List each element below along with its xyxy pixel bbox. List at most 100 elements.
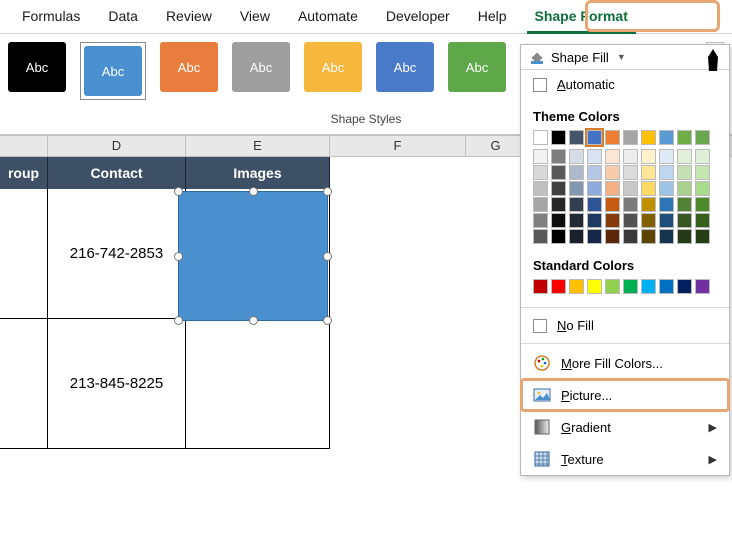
style-swatch-6[interactable]: Abc [376, 42, 434, 92]
theme-tint-swatch[interactable] [623, 197, 638, 212]
tab-shape-format[interactable]: Shape Format [521, 2, 642, 33]
theme-color-swatch[interactable] [605, 130, 620, 145]
resize-handle-w[interactable] [174, 252, 183, 261]
theme-tint-swatch[interactable] [623, 229, 638, 244]
style-swatch-4[interactable]: Abc [232, 42, 290, 92]
theme-tint-swatch[interactable] [641, 181, 656, 196]
fill-more-colors[interactable]: More Fill Colors... [521, 347, 729, 379]
theme-tint-swatch[interactable] [533, 197, 548, 212]
theme-tint-swatch[interactable] [659, 149, 674, 164]
theme-tint-swatch[interactable] [533, 165, 548, 180]
theme-tint-swatch[interactable] [659, 229, 674, 244]
theme-tint-swatch[interactable] [659, 197, 674, 212]
resize-handle-sw[interactable] [174, 316, 183, 325]
cell-contact-2[interactable]: 213-845-8225 [48, 319, 186, 449]
theme-tint-swatch[interactable] [623, 181, 638, 196]
theme-tint-swatch[interactable] [605, 149, 620, 164]
theme-tint-swatch[interactable] [587, 213, 602, 228]
theme-tint-swatch[interactable] [551, 149, 566, 164]
theme-tint-swatch[interactable] [569, 181, 584, 196]
col-header-d[interactable]: D [48, 136, 186, 156]
theme-tint-swatch[interactable] [695, 181, 710, 196]
theme-tint-swatch[interactable] [695, 213, 710, 228]
theme-tint-swatch[interactable] [551, 229, 566, 244]
theme-tint-swatch[interactable] [551, 213, 566, 228]
standard-color-swatch[interactable] [659, 279, 674, 294]
theme-tint-swatch[interactable] [695, 165, 710, 180]
theme-tint-swatch[interactable] [569, 149, 584, 164]
theme-tint-swatch[interactable] [569, 229, 584, 244]
theme-tint-swatch[interactable] [641, 165, 656, 180]
theme-tint-swatch[interactable] [659, 181, 674, 196]
col-header-f[interactable]: F [330, 136, 466, 156]
theme-tint-swatch[interactable] [623, 149, 638, 164]
standard-color-swatch[interactable] [533, 279, 548, 294]
theme-color-swatch[interactable] [551, 130, 566, 145]
theme-tint-swatch[interactable] [677, 149, 692, 164]
theme-tint-swatch[interactable] [677, 197, 692, 212]
resize-handle-e[interactable] [323, 252, 332, 261]
theme-color-swatch[interactable] [569, 130, 584, 145]
style-swatch-7[interactable]: Abc [448, 42, 506, 92]
theme-color-swatch[interactable] [641, 130, 656, 145]
tab-review[interactable]: Review [152, 2, 226, 33]
theme-tint-swatch[interactable] [587, 229, 602, 244]
resize-handle-se[interactable] [323, 316, 332, 325]
theme-tint-swatch[interactable] [533, 229, 548, 244]
theme-color-swatch[interactable] [659, 130, 674, 145]
fill-gradient[interactable]: Gradient ▶ [521, 411, 729, 443]
theme-tint-swatch[interactable] [623, 213, 638, 228]
selected-shape[interactable] [178, 191, 328, 321]
theme-tint-swatch[interactable] [695, 149, 710, 164]
theme-tint-swatch[interactable] [641, 149, 656, 164]
theme-tint-swatch[interactable] [659, 165, 674, 180]
fill-no-fill[interactable]: No Fill [521, 311, 729, 340]
fill-automatic[interactable]: Automatic [521, 70, 729, 99]
col-header-c[interactable] [0, 136, 48, 156]
cell-images-2[interactable] [186, 319, 330, 449]
theme-tint-swatch[interactable] [659, 213, 674, 228]
standard-color-swatch[interactable] [695, 279, 710, 294]
resize-handle-n[interactable] [249, 187, 258, 196]
tab-help[interactable]: Help [464, 2, 521, 33]
cell-group-2[interactable] [0, 319, 48, 449]
theme-tint-swatch[interactable] [605, 165, 620, 180]
tab-data[interactable]: Data [94, 2, 152, 33]
resize-handle-nw[interactable] [174, 187, 183, 196]
standard-color-swatch[interactable] [587, 279, 602, 294]
standard-color-swatch[interactable] [641, 279, 656, 294]
theme-tint-swatch[interactable] [641, 197, 656, 212]
theme-tint-swatch[interactable] [605, 181, 620, 196]
standard-color-swatch[interactable] [677, 279, 692, 294]
theme-color-swatch[interactable] [677, 130, 692, 145]
theme-tint-swatch[interactable] [695, 197, 710, 212]
theme-tint-swatch[interactable] [695, 229, 710, 244]
resize-handle-ne[interactable] [323, 187, 332, 196]
theme-tint-swatch[interactable] [623, 165, 638, 180]
theme-tint-swatch[interactable] [677, 213, 692, 228]
standard-color-swatch[interactable] [551, 279, 566, 294]
theme-tint-swatch[interactable] [551, 181, 566, 196]
theme-tint-swatch[interactable] [677, 165, 692, 180]
theme-color-swatch[interactable] [695, 130, 710, 145]
theme-tint-swatch[interactable] [569, 165, 584, 180]
theme-tint-swatch[interactable] [569, 197, 584, 212]
theme-tint-swatch[interactable] [641, 229, 656, 244]
col-header-g[interactable]: G [466, 136, 526, 156]
theme-tint-swatch[interactable] [551, 197, 566, 212]
style-swatch-2[interactable]: Abc [84, 46, 142, 96]
theme-color-swatch[interactable] [533, 130, 548, 145]
fill-picture[interactable]: Picture... [521, 379, 729, 411]
theme-tint-swatch[interactable] [533, 149, 548, 164]
tab-automate[interactable]: Automate [284, 2, 372, 33]
theme-tint-swatch[interactable] [605, 213, 620, 228]
style-swatch-1[interactable]: Abc [8, 42, 66, 92]
theme-tint-swatch[interactable] [551, 165, 566, 180]
theme-tint-swatch[interactable] [587, 181, 602, 196]
theme-tint-swatch[interactable] [533, 213, 548, 228]
fill-texture[interactable]: Texture ▶ [521, 443, 729, 475]
tab-view[interactable]: View [226, 2, 284, 33]
theme-tint-swatch[interactable] [587, 165, 602, 180]
cell-group-1[interactable] [0, 189, 48, 319]
tab-developer[interactable]: Developer [372, 2, 464, 33]
